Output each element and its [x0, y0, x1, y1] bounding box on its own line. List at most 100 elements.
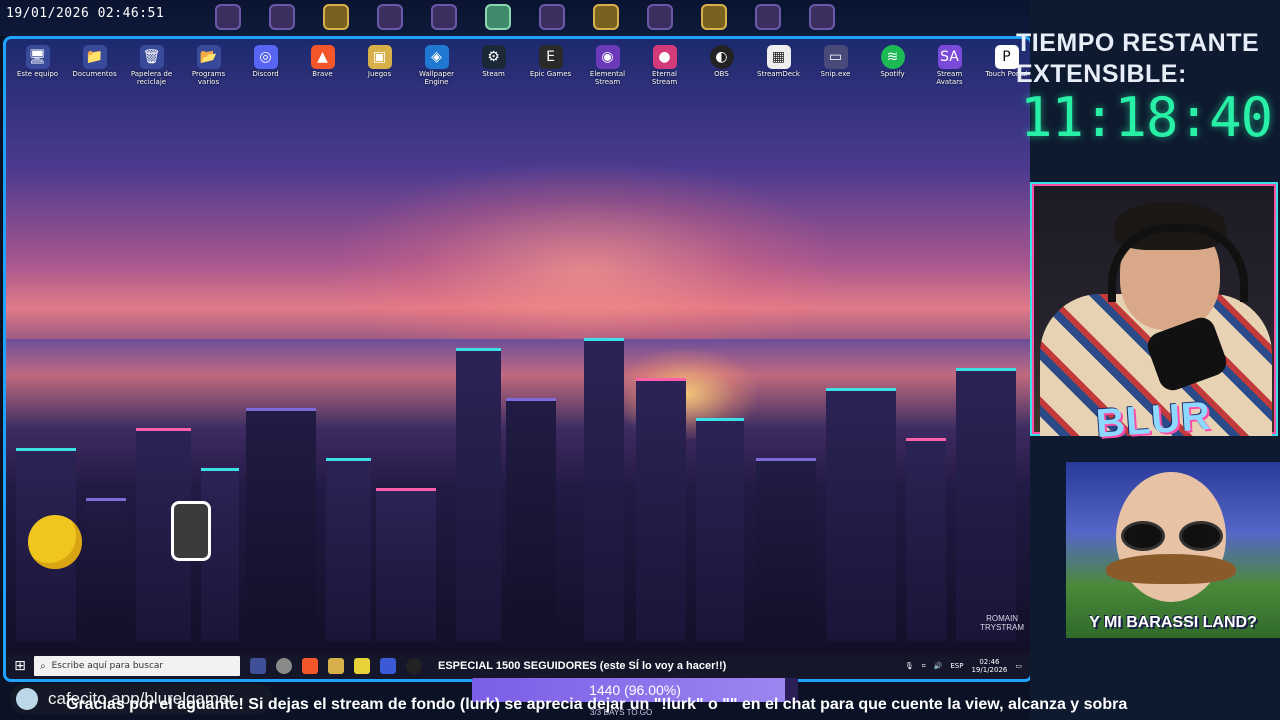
building	[584, 338, 624, 641]
building	[506, 398, 556, 641]
search-icon: ⌕	[40, 660, 46, 672]
building	[826, 388, 896, 641]
city-skyline	[6, 338, 1030, 641]
desktop-icon-label: Este equipo	[16, 70, 59, 78]
taskbar: ⊞ ⌕ Escribe aquí para buscar ESPECIAL 15…	[6, 653, 1030, 679]
programs-icon: 📂	[196, 45, 221, 69]
desktop-icon-steam[interactable]: ⚙ Steam	[468, 45, 519, 86]
building	[636, 378, 686, 641]
building	[246, 408, 316, 641]
mascot-yellow-blob	[28, 515, 82, 569]
tray-clock[interactable]: 02:46 19/1/2026	[971, 658, 1007, 675]
desktop-icon-label: Juegos	[367, 70, 392, 78]
app-icon[interactable]	[380, 658, 396, 674]
desktop-capture: 🖥 Este equipo 📁 Documentos 🗑 Papelera de…	[3, 36, 1033, 682]
sprite-avatar	[701, 4, 727, 30]
desktop-icon-streamdeck[interactable]: ▦ StreamDeck	[753, 45, 804, 86]
epic-games-icon: E	[538, 45, 563, 69]
desktop-icon-documents[interactable]: 📁 Documentos	[69, 45, 120, 86]
taskbar-search-input[interactable]: ⌕ Escribe aquí para buscar	[34, 656, 240, 676]
desktop-icon-label: Snip.exe	[820, 70, 851, 78]
notes-icon[interactable]	[354, 658, 370, 674]
taskbar-ticker-text: ESPECIAL 1500 SEGUIDORES (este SÍ lo voy…	[438, 660, 727, 672]
desktop-icon-stream[interactable]: ◉ Elemental Stream	[582, 45, 633, 86]
timer-title-line: TIEMPO RESTANTE	[1016, 29, 1260, 57]
stream-icon: ◉	[595, 45, 620, 69]
search-placeholder: Escribe aquí para buscar	[51, 661, 164, 671]
steam-icon: ⚙	[481, 45, 506, 69]
desktop-icon-brave[interactable]: ▲ Brave	[297, 45, 348, 86]
eternal-stream-icon: ●	[652, 45, 677, 69]
desktop-icon-epic-games[interactable]: E Epic Games	[525, 45, 576, 86]
scrolling-marquee: Gracias por el aguante! Si dejas el stre…	[66, 696, 1128, 713]
wallpaper-engine-icon: ◈	[424, 45, 449, 69]
coffee-cup-icon	[16, 688, 38, 710]
sprite-avatar	[809, 4, 835, 30]
desktop-icon-eternal-stream[interactable]: ● Eternal Stream	[639, 45, 690, 86]
watermark-line: TRYSTRAM	[980, 623, 1024, 633]
desktop-icon-label: Eternal Stream	[651, 70, 678, 86]
desktop-icon-pc[interactable]: 🖥 Este equipo	[12, 45, 63, 86]
task-view-icon[interactable]	[250, 658, 266, 674]
tray-time: 02:46	[979, 657, 1000, 666]
language-indicator[interactable]: ESP	[950, 662, 963, 670]
mascot-cow-avatar	[171, 501, 211, 561]
recycle-bin-icon: 🗑	[139, 45, 164, 69]
games-folder-icon: ▣	[367, 45, 392, 69]
desktop-icon-label: Programs varios	[191, 70, 226, 86]
desktop-icon-label: OBS	[714, 70, 729, 78]
datetime-readout: 19/01/2026 02:46:51	[6, 6, 165, 21]
desktop-icon-discord[interactable]: ◎ Discord	[240, 45, 291, 86]
cloud-icon[interactable]	[276, 658, 292, 674]
building	[756, 458, 816, 641]
sprite-avatar	[215, 4, 241, 30]
sprite-avatar	[755, 4, 781, 30]
desktop-icon-label: Wallpaper Engine	[418, 70, 454, 86]
desktop-icon-label: Discord	[252, 70, 279, 78]
microphone-icon[interactable]: 🎙	[905, 662, 914, 670]
obs-icon[interactable]	[406, 658, 422, 674]
notification-icon[interactable]: ▭	[1015, 662, 1022, 670]
building	[956, 368, 1016, 641]
building	[86, 498, 126, 641]
spotify-icon: ≋	[880, 45, 905, 69]
brave-icon[interactable]	[302, 658, 318, 674]
stream-avatars-icon: SA	[937, 45, 962, 69]
desktop-icon-wallpaper-engine[interactable]: ◈ Wallpaper Engine	[411, 45, 462, 86]
windows-start-icon[interactable]: ⊞	[6, 653, 34, 679]
wallpaper-watermark: ROMAIN TRYSTRAM	[980, 615, 1024, 633]
brand-logo: BLUR	[1094, 394, 1213, 446]
network-icon[interactable]: ⌗	[922, 662, 926, 671]
taskbar-pinned-icons	[250, 658, 422, 674]
system-tray: 🎙 ⌗ 🔊 ESP 02:46 19/1/2026 ▭	[905, 658, 1030, 675]
sprite-row	[215, 4, 835, 30]
documents-icon: 📁	[82, 45, 107, 69]
sprite-avatar	[539, 4, 565, 30]
touch-portal-icon: P	[994, 45, 1019, 69]
desktop-icon-programs[interactable]: 📂 Programs varios	[183, 45, 234, 86]
building	[696, 418, 744, 641]
countdown-timer: 11:18:40	[1020, 86, 1273, 149]
sprite-avatar	[377, 4, 403, 30]
desktop-icon-obs[interactable]: ◐ OBS	[696, 45, 747, 86]
exe-icon: ▭	[823, 45, 848, 69]
desktop-icon-label: Documentos	[72, 70, 117, 78]
obs-icon: ◐	[709, 45, 734, 69]
timer-title: TIEMPO RESTANTE EXTENSIBLE:	[1016, 28, 1259, 89]
desktop-icon-label: Spotify	[880, 70, 905, 78]
volume-icon[interactable]: 🔊	[934, 662, 943, 670]
tray-date: 19/1/2026	[971, 666, 1008, 674]
sprite-avatar	[593, 4, 619, 30]
desktop-icon-stream-avatars[interactable]: SA Stream Avatars	[924, 45, 975, 86]
building	[326, 458, 371, 641]
folder-icon[interactable]	[328, 658, 344, 674]
sprite-avatar	[269, 4, 295, 30]
desktop-icon-snip[interactable]: ▭ Snip.exe	[810, 45, 861, 86]
mustache-icon	[1106, 554, 1236, 584]
desktop-icon-recycle-bin[interactable]: 🗑 Papelera de reciclaje	[126, 45, 177, 86]
desktop-icon-label: Elemental Stream	[589, 70, 626, 86]
desktop-icon-spotify[interactable]: ≋ Spotify	[867, 45, 918, 86]
desktop-icon-games[interactable]: ▣ Juegos	[354, 45, 405, 86]
sprite-avatar	[431, 4, 457, 30]
sprite-avatar	[647, 4, 673, 30]
